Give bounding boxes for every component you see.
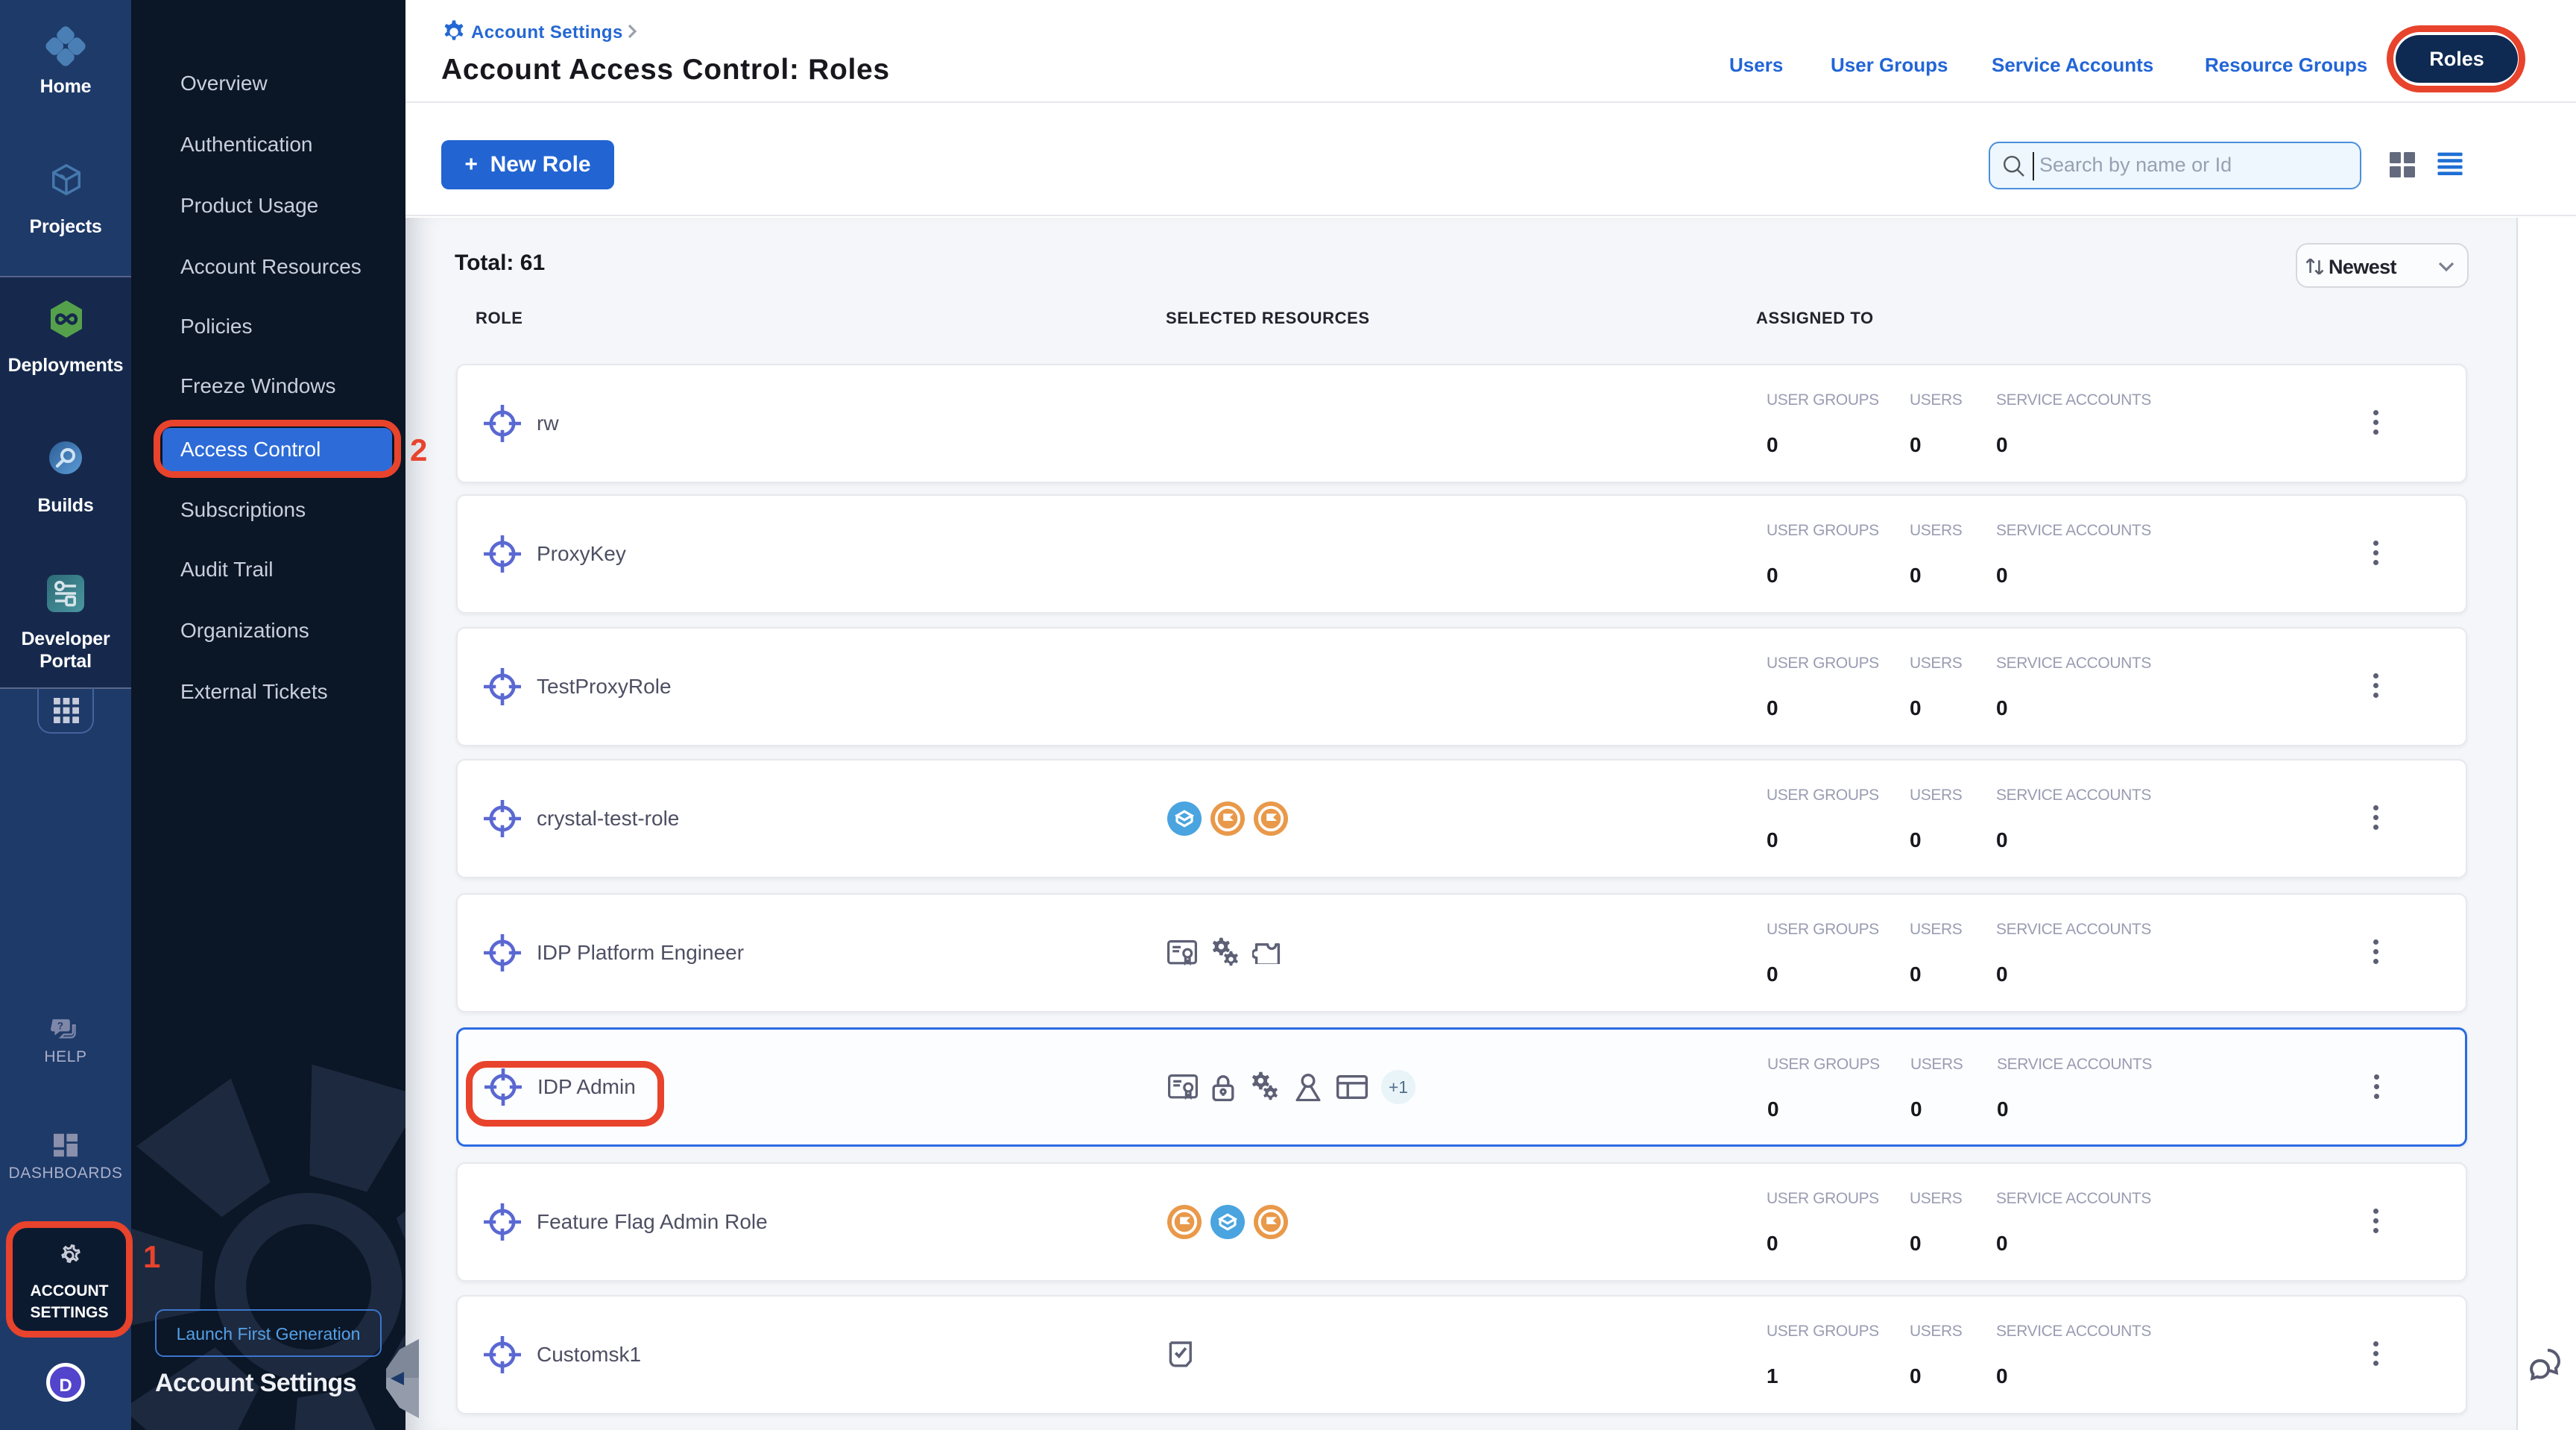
svg-text:?: ?	[57, 1021, 63, 1032]
